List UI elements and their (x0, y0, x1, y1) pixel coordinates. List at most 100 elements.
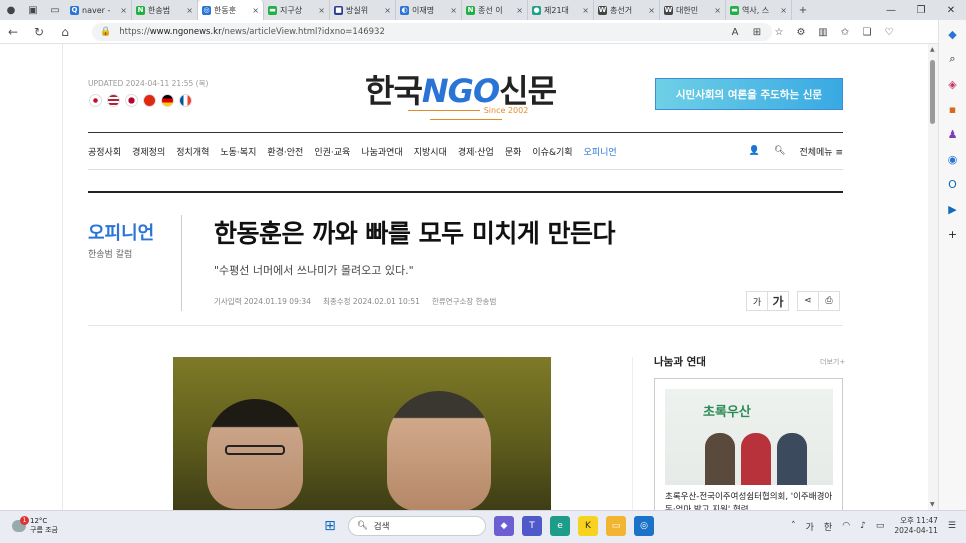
japan-flag[interactable] (125, 94, 138, 107)
kakaotalk-icon[interactable]: K (578, 516, 598, 536)
menu-item[interactable]: 노동·복지 (220, 145, 256, 158)
copilot-icon[interactable]: ◆ (945, 26, 961, 42)
column-name[interactable]: 한송범 칼럼 (88, 247, 132, 260)
germany-flag[interactable] (161, 94, 174, 107)
menu-item[interactable]: 나눔과연대 (361, 145, 402, 158)
page-scrollbar[interactable]: ▲ ▼ (928, 44, 938, 510)
shopping-icon[interactable]: ◈ (945, 76, 961, 92)
korea-flag[interactable] (89, 94, 102, 107)
address-bar[interactable]: 🔒 https://www.ngonews.kr/news/articleVie… (92, 23, 772, 41)
france-flag[interactable] (179, 94, 192, 107)
tab-close-icon[interactable]: × (516, 6, 523, 15)
sidebar-more-link[interactable]: 더보기+ (820, 357, 845, 367)
favorites-icon[interactable]: ✩ (834, 27, 856, 38)
browser-tab[interactable]: N 종선 이 × (462, 0, 528, 20)
split-screen-icon[interactable]: ▥ (812, 27, 834, 38)
browser-tab[interactable]: ▬ 역사, 스 × (726, 0, 792, 20)
scroll-down-icon[interactable]: ▼ (930, 501, 935, 508)
search-icon[interactable]: 🔍︎ (774, 146, 785, 156)
outlook-icon[interactable]: O (945, 176, 961, 192)
close-icon[interactable]: ✕ (936, 0, 966, 20)
all-menu-button[interactable]: 전체메뉴 ≡ (799, 145, 843, 158)
tab-close-icon[interactable]: × (714, 6, 721, 15)
china-flag[interactable] (143, 94, 156, 107)
new-tab-button[interactable]: + (792, 0, 814, 20)
tab-close-icon[interactable]: × (384, 6, 391, 15)
teams-icon[interactable]: T (522, 516, 542, 536)
lock-icon[interactable]: 🔒 (100, 27, 111, 37)
user-icon[interactable]: 👤 (749, 146, 760, 156)
scroll-up-icon[interactable]: ▲ (930, 46, 935, 53)
extensions-icon[interactable]: ⚙ (790, 27, 812, 38)
font-smaller-button[interactable]: 가 (746, 291, 768, 311)
scrollbar-thumb[interactable] (930, 60, 935, 124)
start-icon[interactable]: ⊞ (320, 516, 340, 536)
workspaces-icon[interactable]: ▣ (22, 0, 44, 20)
menu-item[interactable]: 환경·안전 (267, 145, 303, 158)
notifications-icon[interactable]: ☰ (948, 521, 956, 531)
menu-item[interactable]: 경제·산업 (458, 145, 494, 158)
section-title[interactable]: 오피니언 (88, 219, 154, 245)
browser-tab[interactable]: W 대한민 × (660, 0, 726, 20)
app-available-icon[interactable]: ⊞ (746, 27, 768, 38)
browser-tab[interactable]: Qnaver - × (66, 0, 132, 20)
home-icon[interactable]: ⌂ (52, 20, 78, 44)
minimize-icon[interactable]: — (876, 0, 906, 20)
tab-close-icon[interactable]: × (780, 6, 787, 15)
menu-item[interactable]: 정치개혁 (176, 145, 209, 158)
taskbar-search[interactable]: 🔍︎ 검색 (348, 516, 486, 536)
print-icon[interactable]: ⎙ (818, 291, 840, 311)
browser-tab[interactable]: W 총선거 × (594, 0, 660, 20)
file-explorer-icon[interactable]: ▭ (606, 516, 626, 536)
back-icon[interactable]: ← (0, 20, 26, 44)
menu-item[interactable]: 문화 (505, 145, 522, 158)
tab-close-icon[interactable]: × (120, 6, 127, 15)
edge-taskbar-icon[interactable]: e (550, 516, 570, 536)
browser-tab[interactable]: ◐ 이재명 × (396, 0, 462, 20)
tab-close-icon[interactable]: × (450, 6, 457, 15)
menu-item[interactable]: 이슈&기획 (532, 145, 572, 158)
browser-taskbar-icon[interactable]: ◎ (634, 516, 654, 536)
add-sidebar-app-icon[interactable]: + (945, 226, 961, 242)
weather-widget[interactable]: 1 12°C 구름 조금 (12, 516, 58, 535)
sidebar-title[interactable]: 나눔과 연대 (654, 354, 706, 369)
menu-item[interactable]: 인권·교육 (314, 145, 350, 158)
ime-mode[interactable]: 가 (806, 520, 814, 533)
collections-icon[interactable]: ❏ (856, 27, 878, 38)
menu-item[interactable]: 경제정의 (132, 145, 165, 158)
usa-flag[interactable] (107, 94, 120, 107)
sidebar-search-icon[interactable]: ⌕ (945, 51, 961, 67)
drop-icon[interactable]: ▶ (945, 201, 961, 217)
tray-overflow-icon[interactable]: ˄ (791, 521, 796, 531)
tab-close-icon[interactable]: × (648, 6, 655, 15)
clock[interactable]: 오후 11:47 2024-04-11 (894, 516, 938, 536)
games-icon[interactable]: ♟ (945, 126, 961, 142)
browser-tab[interactable]: N 한송범 × (132, 0, 198, 20)
battery-icon[interactable]: ▭ (876, 521, 885, 531)
browser-essentials-icon[interactable]: ♡ (878, 27, 900, 38)
menu-item[interactable]: 지방시대 (414, 145, 447, 158)
menu-item[interactable]: 오피니언 (584, 145, 617, 158)
share-icon[interactable]: ⋖ (797, 291, 819, 311)
favorite-star-icon[interactable]: ☆ (768, 27, 790, 38)
sidebar-news-card[interactable]: 초록우산 초록우산-전국이주여성쉼터협의회, '이주배경아동·엄마 밝고 지원'… (654, 378, 843, 510)
browser-tab[interactable]: ◎ 한동훈 × (198, 0, 264, 20)
tab-close-icon[interactable]: × (186, 6, 193, 15)
top-banner-ad[interactable]: 시민사회의 여론을 주도하는 신문 (655, 78, 843, 110)
restore-icon[interactable]: ❐ (906, 0, 936, 20)
tab-close-icon[interactable]: × (252, 6, 259, 15)
browser-tab[interactable]: ■ 방실위 × (330, 0, 396, 20)
microsoft365-icon[interactable]: ◉ (945, 151, 961, 167)
browser-tab[interactable]: ● 제21대 × (528, 0, 594, 20)
tab-actions-icon[interactable]: ▭ (44, 0, 66, 20)
volume-icon[interactable]: ♪ (860, 521, 866, 531)
tools-icon[interactable]: ▪ (945, 101, 961, 117)
wifi-icon[interactable]: ◠ (842, 521, 850, 531)
tab-close-icon[interactable]: × (582, 6, 589, 15)
menu-item[interactable]: 공정사회 (88, 145, 121, 158)
widgets-app-icon[interactable]: ◆ (494, 516, 514, 536)
refresh-icon[interactable]: ↻ (26, 20, 52, 44)
browser-tab[interactable]: ▬ 지구상 × (264, 0, 330, 20)
tab-close-icon[interactable]: × (318, 6, 325, 15)
profile-icon[interactable]: ● (0, 0, 22, 20)
